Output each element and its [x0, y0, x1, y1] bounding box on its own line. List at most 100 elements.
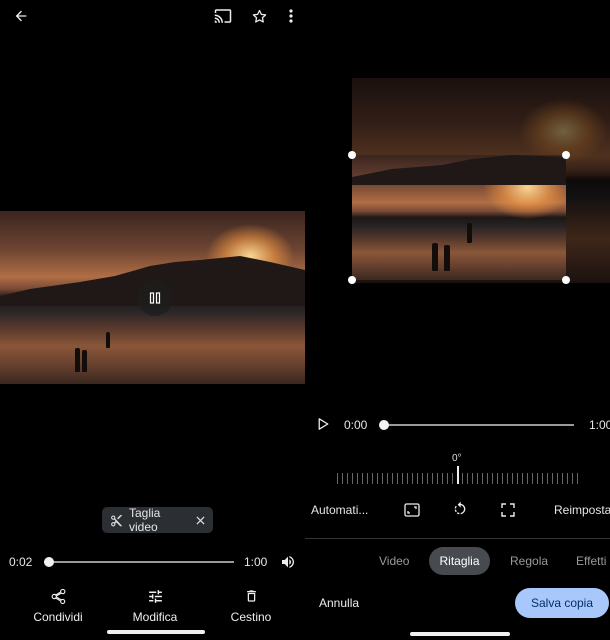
- volume-icon[interactable]: [279, 553, 297, 571]
- pause-icon: [149, 292, 161, 304]
- person-silhouette: [467, 223, 472, 243]
- dial-tick: [537, 473, 538, 484]
- dial-tick: [542, 473, 543, 484]
- dial-tick: [397, 473, 398, 484]
- dial-tick: [352, 473, 353, 484]
- tab-video[interactable]: Video: [379, 554, 409, 568]
- dial-tick: [462, 473, 463, 484]
- dial-tick: [467, 473, 468, 484]
- dial-tick: [422, 473, 423, 484]
- dial-tick: [512, 473, 513, 484]
- crop-editor-panel: 0:00 1:00 0° Automati... Reimposta Video…: [305, 0, 610, 640]
- seek-handle[interactable]: [44, 557, 54, 567]
- person-silhouette: [432, 243, 438, 271]
- tab-adjust[interactable]: Regola: [510, 554, 548, 568]
- crop-handle-bottom-right[interactable]: [562, 276, 570, 284]
- dial-tick: [437, 473, 438, 484]
- cast-icon[interactable]: [209, 2, 237, 30]
- dial-tick: [402, 473, 403, 484]
- auto-button[interactable]: Automati...: [311, 503, 368, 517]
- dial-tick: [517, 473, 518, 484]
- divider: [305, 538, 610, 539]
- home-indicator: [107, 630, 205, 634]
- dial-tick: [432, 473, 433, 484]
- dial-tick: [497, 473, 498, 484]
- person-silhouette: [444, 245, 450, 271]
- expand-crop-icon[interactable]: [498, 500, 518, 520]
- dial-tick: [577, 473, 578, 484]
- reset-button[interactable]: Reimposta: [554, 503, 610, 517]
- person-silhouette: [82, 350, 87, 372]
- dial-tick: [447, 473, 448, 484]
- rotation-value: 0°: [452, 453, 462, 464]
- tab-effects[interactable]: Effetti: [576, 554, 606, 568]
- back-arrow-icon[interactable]: [7, 2, 35, 30]
- seek-handle[interactable]: [379, 420, 389, 430]
- dial-tick: [457, 466, 459, 484]
- share-button[interactable]: Condividi: [18, 585, 98, 624]
- dial-tick: [372, 473, 373, 484]
- dial-tick: [547, 473, 548, 484]
- star-icon[interactable]: [245, 2, 273, 30]
- aspect-ratio-icon[interactable]: [402, 500, 422, 520]
- cancel-button[interactable]: Annulla: [319, 596, 359, 610]
- dial-tick: [452, 473, 453, 484]
- save-copy-button[interactable]: Salva copia: [515, 588, 609, 618]
- person-silhouette: [75, 348, 80, 372]
- dial-tick: [377, 473, 378, 484]
- trash-label: Cestino: [230, 610, 272, 624]
- scissors-icon: [110, 514, 123, 527]
- dial-tick: [362, 473, 363, 484]
- dial-tick: [387, 473, 388, 484]
- dial-tick: [412, 473, 413, 484]
- dial-tick: [342, 473, 343, 484]
- edit-button[interactable]: Modifica: [115, 585, 195, 624]
- trash-button[interactable]: Cestino: [211, 585, 291, 624]
- dial-tick: [382, 473, 383, 484]
- dial-tick: [442, 473, 443, 484]
- dial-tick: [562, 473, 563, 484]
- rotate-icon[interactable]: [450, 499, 470, 519]
- crop-handle-top-right[interactable]: [562, 151, 570, 159]
- crop-area[interactable]: [352, 155, 566, 280]
- video-player-panel: Taglia video 0:02 1:00 Condividi Modific…: [0, 0, 305, 640]
- dial-tick: [527, 473, 528, 484]
- play-icon[interactable]: [315, 416, 331, 432]
- dial-tick: [507, 473, 508, 484]
- crop-handle-bottom-left[interactable]: [348, 276, 356, 284]
- dial-tick: [367, 473, 368, 484]
- total-time: 1:00: [244, 555, 268, 569]
- trim-video-label: Taglia video: [129, 506, 161, 534]
- person-silhouette: [106, 332, 110, 348]
- dial-tick: [392, 473, 393, 484]
- tab-crop[interactable]: Ritaglia: [429, 547, 490, 575]
- trash-icon: [211, 585, 291, 607]
- more-options-icon[interactable]: [277, 2, 305, 30]
- dial-tick: [552, 473, 553, 484]
- dial-tick: [427, 473, 428, 484]
- pause-button[interactable]: [137, 280, 173, 316]
- tune-icon: [115, 585, 195, 607]
- dial-tick: [347, 473, 348, 484]
- close-icon[interactable]: [196, 515, 205, 525]
- dial-tick: [532, 473, 533, 484]
- dial-tick: [492, 473, 493, 484]
- seek-bar[interactable]: [384, 424, 574, 426]
- current-time: 0:00: [344, 418, 368, 432]
- home-indicator: [410, 632, 510, 636]
- dial-tick: [472, 473, 473, 484]
- trim-video-chip[interactable]: Taglia video: [102, 506, 213, 534]
- dial-tick: [482, 473, 483, 484]
- share-icon: [18, 585, 98, 607]
- dial-tick: [567, 473, 568, 484]
- share-label: Condividi: [33, 610, 83, 624]
- rotation-dial[interactable]: [337, 466, 582, 488]
- dial-tick: [477, 473, 478, 484]
- total-time: 1:00: [589, 418, 610, 432]
- dial-tick: [337, 473, 338, 484]
- seek-bar[interactable]: [44, 561, 234, 563]
- dial-tick: [417, 473, 418, 484]
- current-time: 0:02: [9, 555, 33, 569]
- crop-handle-top-left[interactable]: [348, 151, 356, 159]
- dial-tick: [572, 473, 573, 484]
